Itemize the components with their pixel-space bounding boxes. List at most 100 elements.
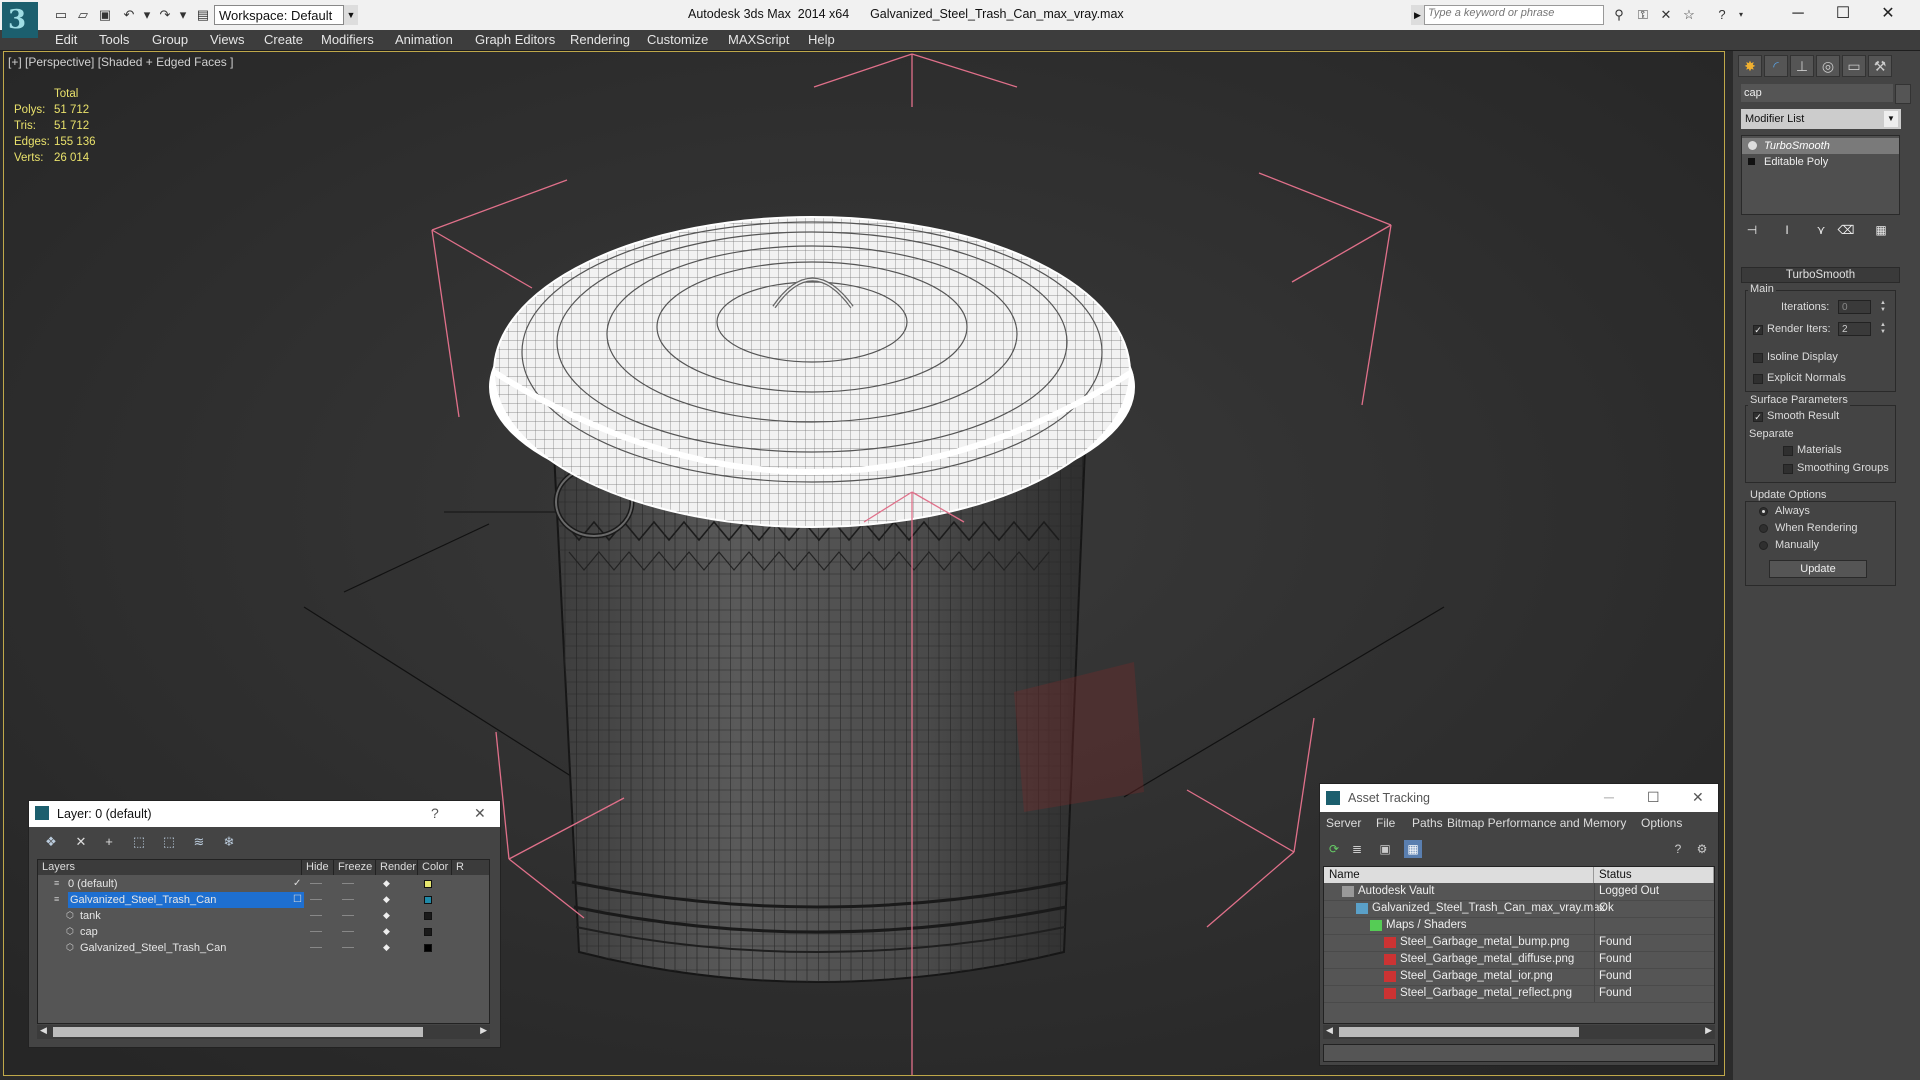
scroll-left-icon[interactable]: ◀ bbox=[40, 1025, 47, 1036]
stack-item-editable-poly[interactable]: Editable Poly bbox=[1742, 154, 1899, 170]
lightbulb-icon[interactable] bbox=[1748, 141, 1757, 150]
asset-name[interactable]: Steel_Garbage_metal_reflect.png bbox=[1400, 985, 1572, 1002]
layer-dialog-close-button[interactable]: ✕ bbox=[474, 805, 486, 822]
turbosmooth-rollout-header[interactable]: TurboSmooth bbox=[1741, 267, 1900, 283]
freeze-toggle[interactable] bbox=[342, 883, 354, 884]
binoculars-icon[interactable]: ⚲ bbox=[1609, 6, 1629, 24]
freeze-all-layers-icon[interactable]: ❄ bbox=[219, 833, 239, 851]
explicit-normals-checkbox[interactable] bbox=[1753, 374, 1763, 384]
help-icon[interactable]: ? bbox=[1712, 6, 1732, 24]
hide-toggle[interactable] bbox=[310, 915, 322, 916]
layer-row[interactable]: ⬡ Galvanized_Steel_Trash_Can ◆ bbox=[38, 940, 489, 956]
asset-name[interactable]: Steel_Garbage_metal_ior.png bbox=[1400, 968, 1553, 985]
asset-menu-paths[interactable]: Paths bbox=[1412, 816, 1443, 830]
undo-dropdown-icon[interactable]: ▾ bbox=[138, 6, 156, 24]
menu-tools[interactable]: Tools bbox=[99, 32, 129, 47]
column-render[interactable]: Render bbox=[376, 860, 418, 875]
asset-row[interactable]: Steel_Garbage_metal_ior.png Found bbox=[1324, 968, 1714, 986]
layer-row[interactable]: ⬡ tank ◆ bbox=[38, 908, 489, 924]
app-logo-menu[interactable]: 3 bbox=[2, 2, 38, 38]
workspace-dropdown-icon[interactable]: ▼ bbox=[343, 5, 358, 25]
asset-tracking-titlebar[interactable]: Asset Tracking ─ ☐ ✕ bbox=[1320, 784, 1718, 812]
layer-name[interactable]: Galvanized_Steel_Trash_Can bbox=[80, 940, 226, 956]
asset-row[interactable]: Steel_Garbage_metal_reflect.png Found bbox=[1324, 985, 1714, 1003]
smoothing-groups-checkbox[interactable] bbox=[1783, 464, 1793, 474]
menu-graph-editors[interactable]: Graph Editors bbox=[475, 32, 555, 47]
update-button[interactable]: Update bbox=[1769, 560, 1867, 578]
asset-close-button[interactable]: ✕ bbox=[1692, 789, 1704, 806]
hide-toggle[interactable] bbox=[310, 883, 322, 884]
asset-name[interactable]: Galvanized_Steel_Trash_Can_max_vray.max bbox=[1372, 900, 1605, 917]
asset-row[interactable]: Galvanized_Steel_Trash_Can_max_vray.max O… bbox=[1324, 900, 1714, 918]
favorites-star-icon[interactable]: ☆ bbox=[1679, 6, 1699, 24]
object-name-field[interactable] bbox=[1741, 84, 1893, 102]
hide-toggle[interactable] bbox=[310, 931, 322, 932]
save-file-icon[interactable]: ▣ bbox=[96, 6, 114, 24]
menu-animation[interactable]: Animation bbox=[395, 32, 453, 47]
workspace-select[interactable]: Workspace: Default bbox=[214, 5, 358, 25]
search-input[interactable] bbox=[1428, 7, 1598, 19]
utilities-tab-icon[interactable]: ⚒ bbox=[1868, 55, 1892, 77]
modifier-list-arrow-icon[interactable]: ▼ bbox=[1884, 111, 1898, 127]
hide-toggle[interactable] bbox=[310, 899, 322, 900]
menu-create[interactable]: Create bbox=[264, 32, 303, 47]
asset-row[interactable]: Steel_Garbage_metal_diffuse.png Found bbox=[1324, 951, 1714, 969]
refresh-icon[interactable]: ⟳ bbox=[1325, 840, 1343, 858]
scroll-right-icon[interactable]: ▶ bbox=[480, 1025, 487, 1036]
list-view-icon[interactable]: ≣ bbox=[1348, 840, 1366, 858]
menu-group[interactable]: Group bbox=[152, 32, 188, 47]
asset-maximize-button[interactable]: ☐ bbox=[1647, 789, 1660, 806]
column-hide[interactable]: Hide bbox=[302, 860, 334, 875]
render-iters-checkbox[interactable]: ✓ bbox=[1753, 325, 1763, 335]
column-status[interactable]: Status bbox=[1594, 867, 1714, 883]
layer-horizontal-scrollbar[interactable]: ◀ ▶ bbox=[37, 1025, 490, 1039]
menu-customize[interactable]: Customize bbox=[647, 32, 708, 47]
freeze-toggle[interactable] bbox=[342, 931, 354, 932]
layer-row[interactable]: ⬡ cap ◆ bbox=[38, 924, 489, 940]
communication-icon[interactable]: ✕ bbox=[1656, 6, 1676, 24]
layer-color-swatch[interactable] bbox=[424, 944, 432, 952]
asset-horizontal-scrollbar[interactable]: ◀ ▶ bbox=[1323, 1025, 1715, 1039]
render-teapot-icon[interactable]: ◆ bbox=[383, 927, 393, 936]
when-rendering-radio[interactable] bbox=[1759, 524, 1768, 533]
freeze-toggle[interactable] bbox=[342, 947, 354, 948]
active-layer-icon[interactable]: ✓ bbox=[293, 876, 303, 892]
open-file-icon[interactable]: ▱ bbox=[74, 6, 92, 24]
remove-modifier-icon[interactable]: ⌫ bbox=[1835, 220, 1857, 240]
new-file-icon[interactable]: ▭ bbox=[52, 6, 70, 24]
layer-name[interactable]: tank bbox=[80, 908, 101, 924]
asset-name[interactable]: Steel_Garbage_metal_diffuse.png bbox=[1400, 951, 1574, 968]
maximize-button[interactable]: ☐ bbox=[1823, 2, 1863, 26]
project-folder-icon[interactable]: ▤ bbox=[194, 6, 212, 24]
menu-maxscript[interactable]: MAXScript bbox=[728, 32, 789, 47]
hide-all-layers-icon[interactable]: ≋ bbox=[189, 833, 209, 851]
layer-row[interactable]: ≡ 0 (default) ✓ ◆ bbox=[38, 876, 489, 892]
help-dropdown-icon[interactable]: ▾ bbox=[1731, 6, 1751, 24]
asset-menu-server[interactable]: Server bbox=[1326, 816, 1361, 830]
asset-scroll-left-icon[interactable]: ◀ bbox=[1326, 1025, 1333, 1036]
column-freeze[interactable]: Freeze bbox=[334, 860, 376, 875]
highlight-selected-icon[interactable]: ⬚ bbox=[159, 833, 179, 851]
display-tab-icon[interactable]: ▭ bbox=[1842, 55, 1866, 77]
thumbnail-view-icon[interactable]: ▣ bbox=[1376, 840, 1394, 858]
subscription-icon[interactable]: ⚿ bbox=[1633, 6, 1653, 24]
search-expand-icon[interactable]: ▶ bbox=[1411, 5, 1425, 25]
menu-views[interactable]: Views bbox=[210, 32, 244, 47]
modifier-list-dropdown[interactable]: Modifier List bbox=[1741, 109, 1901, 129]
asset-menu-options[interactable]: Options bbox=[1641, 816, 1682, 830]
add-to-layer-icon[interactable]: + bbox=[99, 833, 119, 851]
layer-row[interactable]: ≡ Galvanized_Steel_Trash_Can ☐ ◆ bbox=[38, 892, 489, 908]
asset-row[interactable]: Maps / Shaders bbox=[1324, 917, 1714, 935]
column-radiosity[interactable]: R bbox=[452, 860, 489, 875]
expand-square-icon[interactable] bbox=[1748, 158, 1755, 165]
select-objects-icon[interactable]: ⬚ bbox=[129, 833, 149, 851]
manually-radio[interactable] bbox=[1759, 541, 1768, 550]
asset-name[interactable]: Maps / Shaders bbox=[1386, 917, 1467, 934]
asset-menu-bitmap-performance[interactable]: Bitmap Performance and Memory bbox=[1447, 816, 1626, 830]
asset-minimize-button[interactable]: ─ bbox=[1604, 789, 1614, 805]
render-iters-spin-arrows-icon[interactable]: ▲ ▼ bbox=[1879, 322, 1887, 336]
trash-can-model[interactable] bbox=[489, 216, 1144, 983]
redo-icon[interactable]: ↷ bbox=[156, 6, 174, 24]
undo-icon[interactable]: ↶ bbox=[120, 6, 138, 24]
layer-color-swatch[interactable] bbox=[424, 928, 432, 936]
